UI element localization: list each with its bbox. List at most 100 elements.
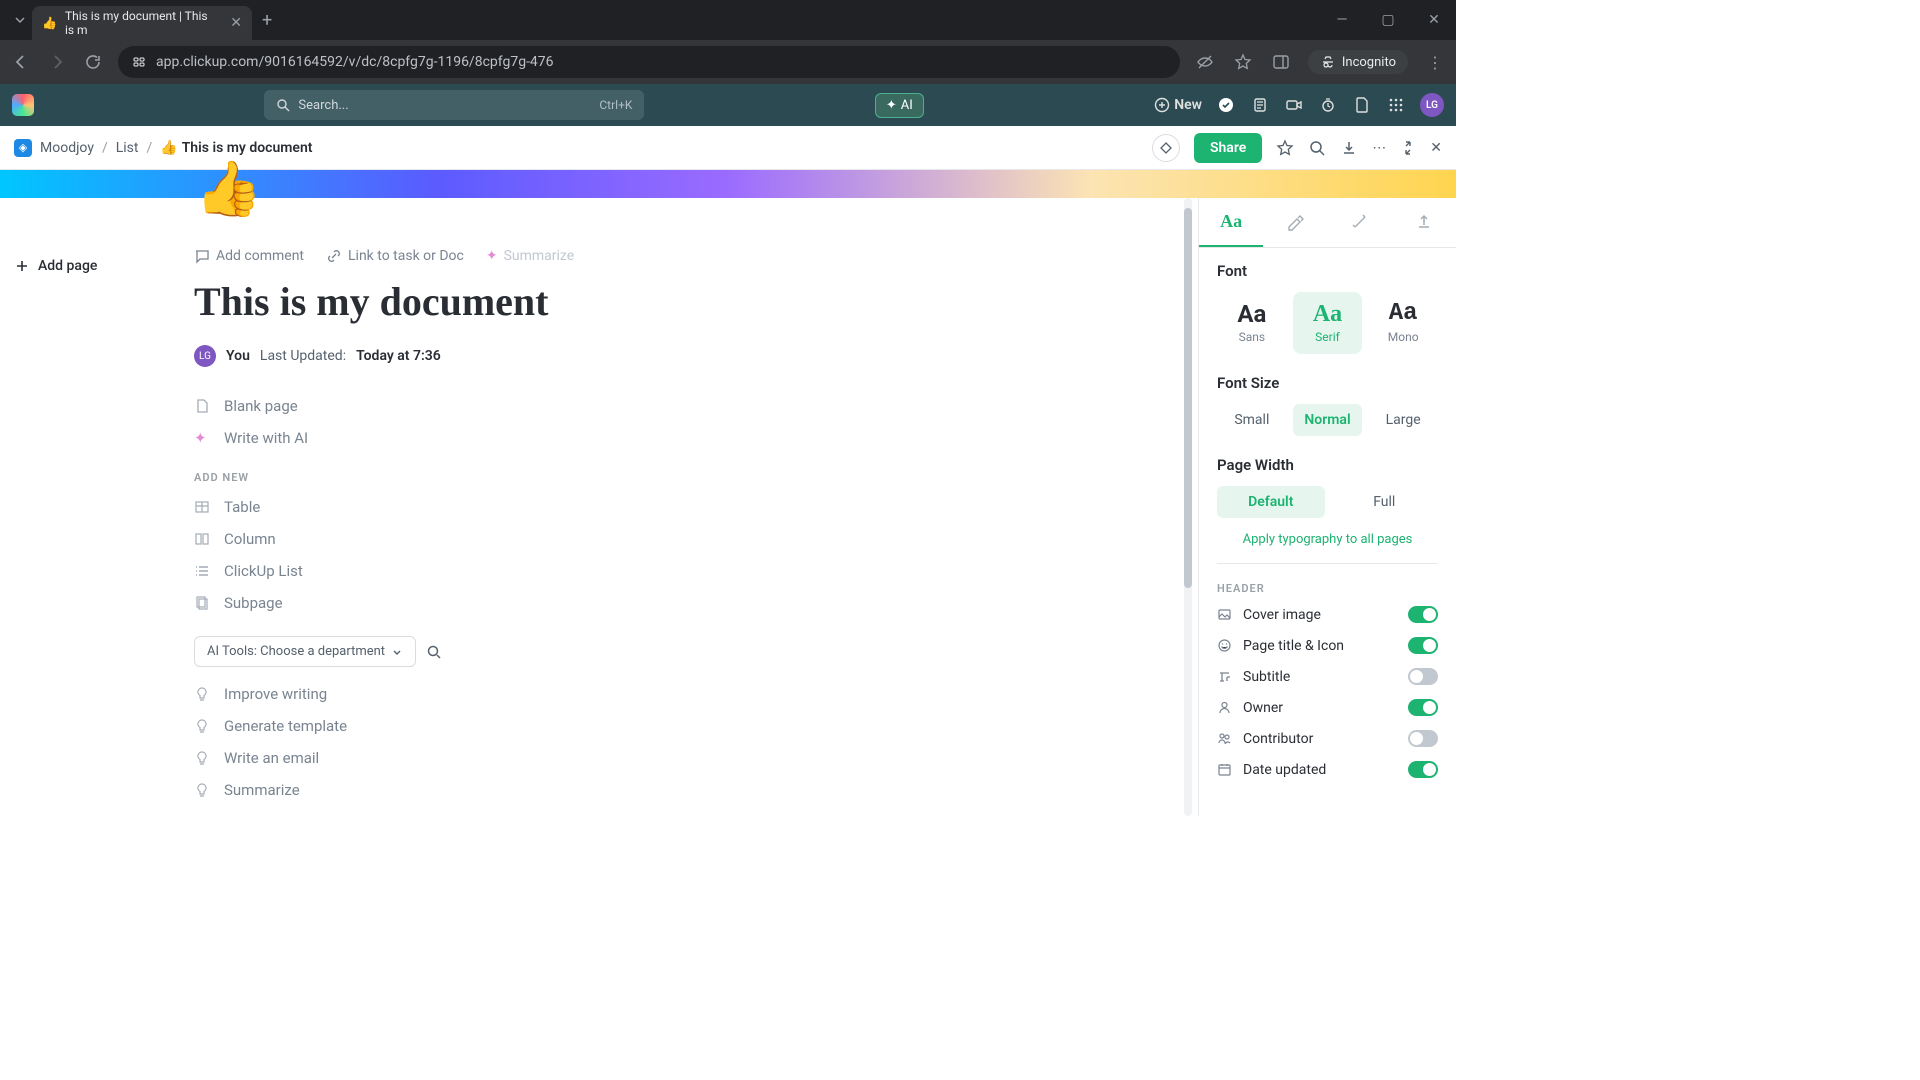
tab-favicon: 👍	[42, 16, 57, 30]
tab-export[interactable]	[1392, 198, 1456, 247]
search-input[interactable]: Search... Ctrl+K	[264, 90, 644, 120]
font-mono-label: Mono	[1372, 330, 1434, 344]
crumb-list[interactable]: List	[116, 140, 139, 156]
clickup-logo-icon[interactable]	[12, 94, 34, 116]
side-panel-icon[interactable]	[1270, 51, 1292, 73]
browser-menu-icon[interactable]: ⋮	[1424, 51, 1446, 73]
add-list-label: ClickUp List	[224, 562, 303, 580]
ai-email-option[interactable]: Write an email	[194, 749, 1198, 767]
ai-template-option[interactable]: Generate template	[194, 717, 1198, 735]
doc-icon[interactable]	[1352, 95, 1372, 115]
apps-grid-icon[interactable]	[1386, 95, 1406, 115]
font-heading: Font	[1217, 262, 1438, 280]
font-sample: Aa	[1372, 302, 1434, 326]
crumb-workspace[interactable]: Moodjoy	[40, 140, 94, 156]
bulb-icon	[194, 750, 212, 766]
video-icon[interactable]	[1284, 95, 1304, 115]
pagewidth-heading: Page Width	[1217, 456, 1438, 474]
plus-icon	[14, 258, 30, 274]
close-icon[interactable]: ✕	[1430, 140, 1442, 156]
check-circle-icon[interactable]	[1216, 95, 1236, 115]
star-icon[interactable]	[1276, 139, 1294, 157]
author-avatar[interactable]: LG	[194, 345, 216, 367]
fontsize-large-option[interactable]: Large	[1368, 404, 1438, 436]
tab-typography[interactable]: Aa	[1199, 198, 1263, 247]
workspace-icon[interactable]: ◈	[14, 139, 32, 157]
more-icon[interactable]: ⋯	[1372, 140, 1386, 156]
avatar[interactable]: LG	[1420, 93, 1444, 117]
forward-icon[interactable]	[46, 51, 68, 73]
ai-summarize-option[interactable]: Summarize	[194, 781, 1198, 799]
fontsize-normal-option[interactable]: Normal	[1293, 404, 1363, 436]
pagewidth-default-option[interactable]: Default	[1217, 486, 1325, 518]
tab-style[interactable]	[1263, 198, 1327, 247]
site-settings-icon[interactable]	[132, 55, 146, 69]
toggle-owner[interactable]	[1408, 699, 1438, 716]
add-comment-button[interactable]: Add comment	[194, 248, 304, 264]
font-sans-option[interactable]: Aa Sans	[1217, 292, 1287, 354]
add-list-option[interactable]: ClickUp List	[194, 562, 1198, 580]
clock-icon[interactable]	[1318, 95, 1338, 115]
updated-value: Today at 7:36	[356, 348, 441, 364]
url-bar[interactable]: app.clickup.com/9016164592/v/dc/8cpfg7g-…	[118, 46, 1180, 78]
bookmark-star-icon[interactable]	[1232, 51, 1254, 73]
tag-icon[interactable]	[1152, 134, 1180, 162]
tab-magic[interactable]	[1328, 198, 1392, 247]
toggle-date-label: Date updated	[1243, 762, 1326, 778]
toggle-contributor-row: Contributor	[1199, 723, 1456, 754]
add-table-option[interactable]: Table	[194, 498, 1198, 516]
add-subpage-option[interactable]: Subpage	[194, 594, 1198, 612]
toggle-subtitle[interactable]	[1408, 668, 1438, 685]
close-window-icon[interactable]: ✕	[1420, 12, 1448, 28]
blank-page-option[interactable]: Blank page	[194, 397, 1198, 415]
find-icon[interactable]	[1308, 139, 1326, 157]
link-task-label: Link to task or Doc	[348, 248, 464, 264]
reload-icon[interactable]	[82, 51, 104, 73]
font-serif-option[interactable]: Aa Serif	[1293, 292, 1363, 354]
ai-tools-label: AI Tools: Choose a department	[207, 644, 385, 659]
write-with-ai-option[interactable]: ✦ Write with AI	[194, 429, 1198, 447]
toggle-contributor[interactable]	[1408, 730, 1438, 747]
tab-list-dropdown[interactable]	[8, 8, 32, 32]
share-button[interactable]: Share	[1194, 133, 1262, 163]
browser-tab[interactable]: 👍 This is my document | This is m ✕	[32, 6, 252, 40]
summarize-button[interactable]: ✦ Summarize	[486, 248, 574, 264]
person-icon	[1217, 700, 1233, 715]
toggle-title-icon[interactable]	[1408, 637, 1438, 654]
header-section-label: HEADER	[1199, 572, 1456, 599]
chevron-down-icon	[391, 646, 403, 658]
add-new-heading: ADD NEW	[194, 471, 1198, 484]
collapse-icon[interactable]	[1400, 140, 1416, 156]
eye-off-icon[interactable]	[1194, 51, 1216, 73]
new-tab-button[interactable]: +	[262, 10, 272, 31]
search-shortcut: Ctrl+K	[599, 98, 632, 112]
apply-typography-link[interactable]: Apply typography to all pages	[1199, 524, 1456, 555]
back-icon[interactable]	[10, 51, 32, 73]
ai-improve-option[interactable]: Improve writing	[194, 685, 1198, 703]
notepad-icon[interactable]	[1250, 95, 1270, 115]
fontsize-small-option[interactable]: Small	[1217, 404, 1287, 436]
cover-image[interactable]: 👍	[0, 170, 1456, 198]
link-task-button[interactable]: Link to task or Doc	[326, 248, 464, 264]
toggle-cover[interactable]	[1408, 606, 1438, 623]
close-tab-icon[interactable]: ✕	[230, 15, 242, 31]
maximize-icon[interactable]: ▢	[1374, 12, 1402, 28]
new-button[interactable]: New	[1154, 97, 1202, 113]
add-table-label: Table	[224, 498, 260, 516]
ai-button[interactable]: ✦ AI	[875, 93, 924, 118]
download-icon[interactable]	[1340, 139, 1358, 157]
add-column-option[interactable]: Column	[194, 530, 1198, 548]
scrollbar-thumb[interactable]	[1184, 208, 1192, 588]
page-title[interactable]: This is my document	[194, 278, 1198, 325]
pagewidth-full-option[interactable]: Full	[1331, 486, 1439, 518]
add-page-button[interactable]: Add page	[14, 258, 166, 274]
bulb-icon	[194, 782, 212, 798]
ai-template-label: Generate template	[224, 717, 347, 735]
ai-search-icon[interactable]	[426, 644, 442, 660]
ai-tools-select[interactable]: AI Tools: Choose a department	[194, 636, 416, 667]
incognito-badge[interactable]: Incognito	[1308, 50, 1408, 74]
browser-tab-strip: 👍 This is my document | This is m ✕ + — …	[0, 0, 1456, 40]
font-mono-option[interactable]: Aa Mono	[1368, 292, 1438, 354]
toggle-date-updated[interactable]	[1408, 761, 1438, 778]
minimize-icon[interactable]: —	[1328, 12, 1356, 28]
